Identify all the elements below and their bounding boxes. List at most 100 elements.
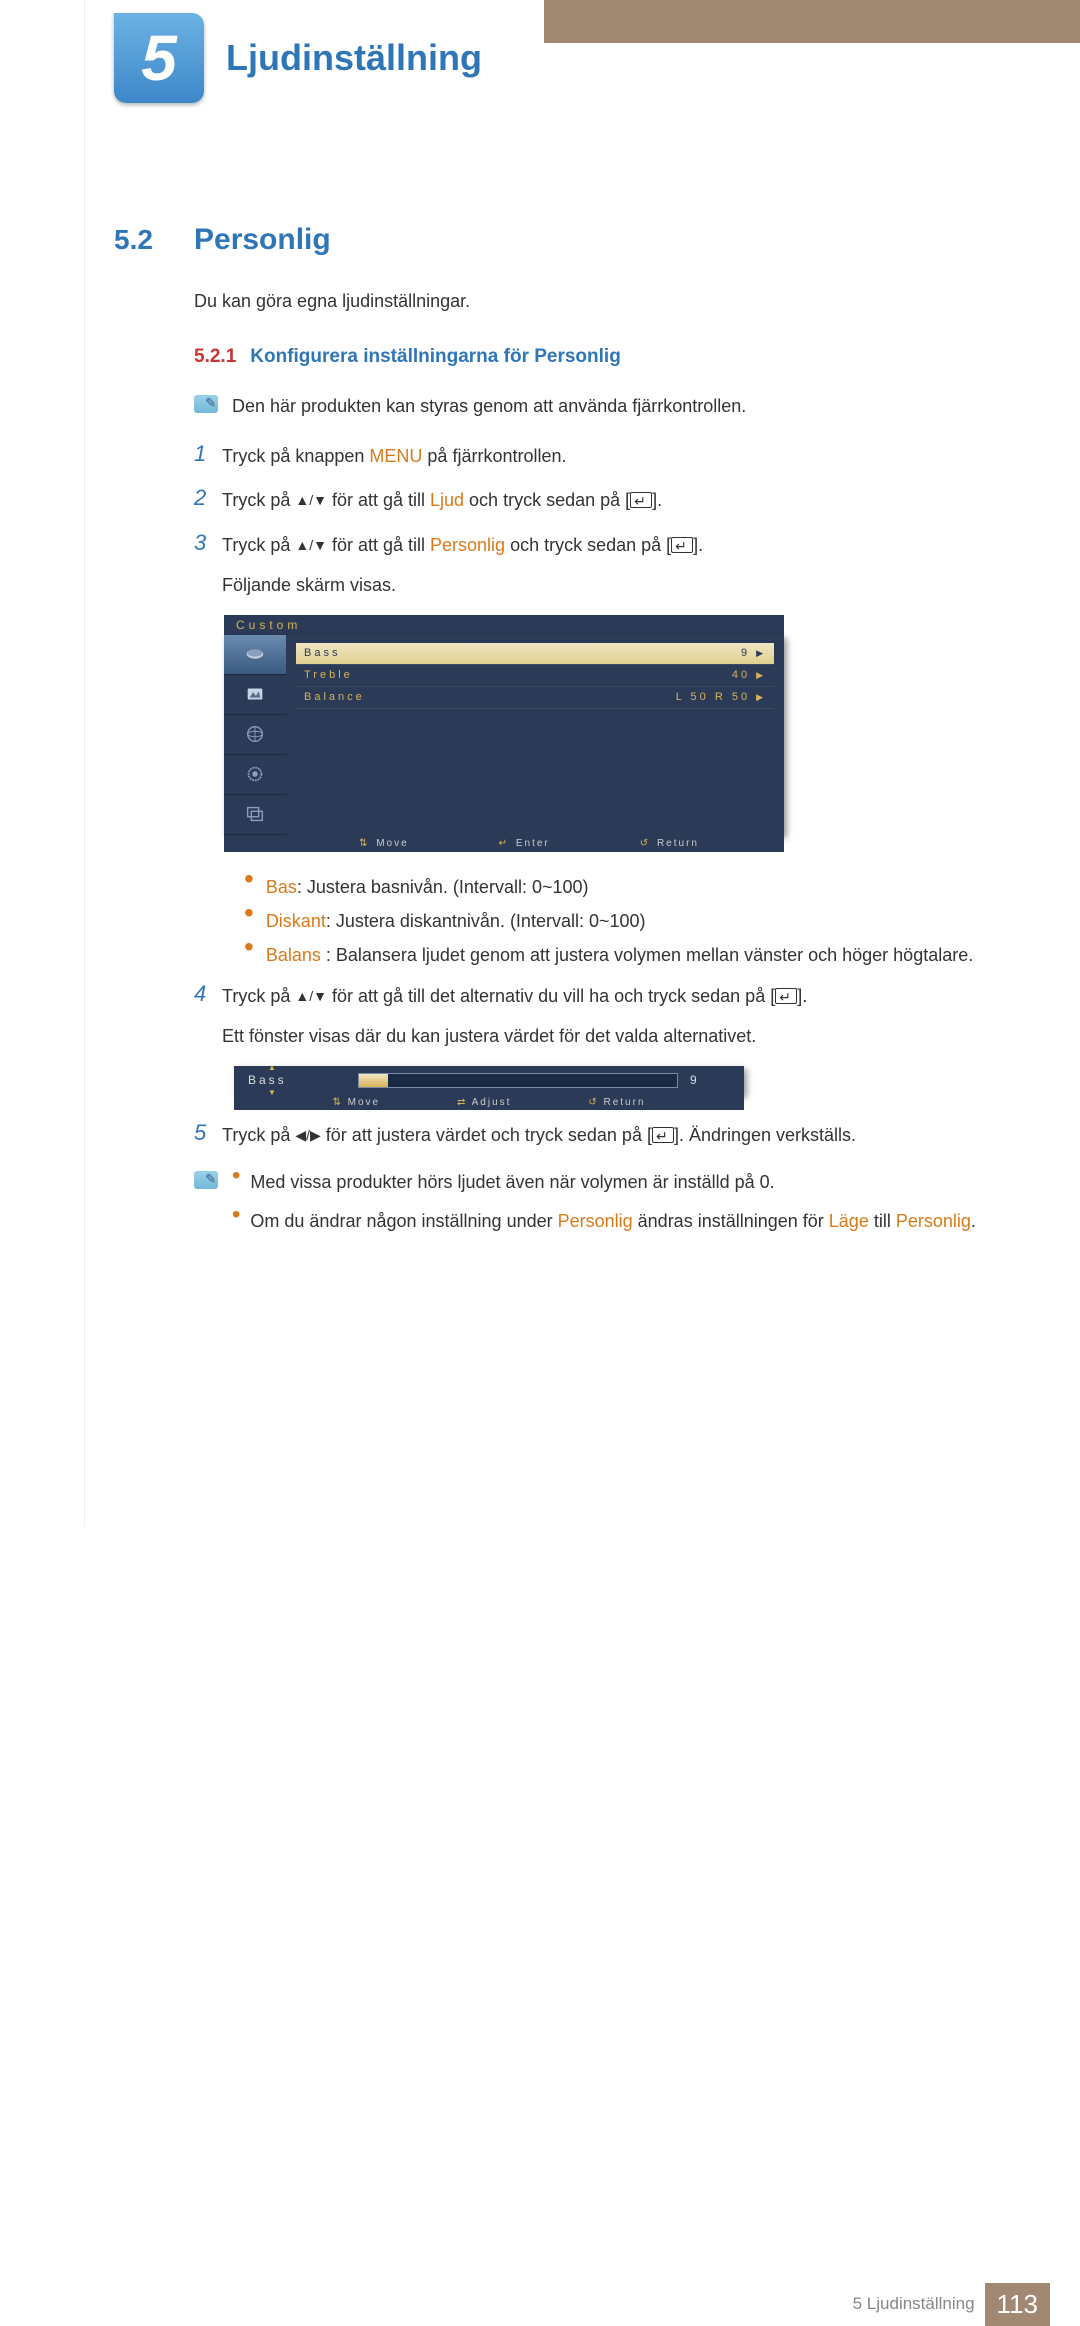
osd-sidebar-item bbox=[224, 755, 286, 795]
osd-slider-bar bbox=[358, 1073, 678, 1088]
bullet-balans: •Balans : Balansera ljudet genom att jus… bbox=[244, 938, 1050, 972]
text-frag: Tryck på knappen bbox=[222, 446, 369, 466]
osd-body: Bass 9 ▶ Treble 40 ▶ Balance L 50 R 50 ▶ bbox=[224, 635, 784, 835]
step-number: 3 bbox=[194, 530, 222, 601]
text-frag: och tryck sedan på [ bbox=[505, 535, 671, 555]
bullet-bas: •Bas: Justera basnivån. (Intervall: 0~10… bbox=[244, 870, 1050, 904]
osd-row-value: L 50 R 50 bbox=[676, 691, 750, 703]
bullet-dot-icon: • bbox=[232, 1207, 240, 1236]
text-frag: Ett fönster visas där du kan justera vär… bbox=[222, 1021, 807, 1052]
osd-slider-value: 9 bbox=[690, 1073, 730, 1087]
osd-slider-fill bbox=[359, 1074, 388, 1087]
step-number: 1 bbox=[194, 441, 222, 472]
globe-icon bbox=[242, 723, 268, 745]
target-keyword: Ljud bbox=[430, 490, 464, 510]
text-frag: för att gå till bbox=[327, 535, 430, 555]
osd-hint-return: Return bbox=[588, 1097, 645, 1108]
text-frag: : Balansera ljudet genom att justera vol… bbox=[321, 945, 973, 965]
text-frag: för att justera värdet och tryck sedan p… bbox=[321, 1125, 652, 1145]
osd-footer: Move Enter Return bbox=[224, 835, 784, 852]
note-row-1: Den här produkten kan styras genom att a… bbox=[194, 392, 1050, 421]
left-right-arrow-icon: ◀/▶ bbox=[295, 1127, 320, 1143]
term: Läge bbox=[829, 1211, 869, 1231]
enter-icon bbox=[671, 537, 693, 553]
text-frag: : Justera basnivån. (Intervall: 0~100) bbox=[297, 877, 589, 897]
note-bullet: • Om du ändrar någon inställning under P… bbox=[232, 1207, 976, 1236]
osd-sidebar-item bbox=[224, 715, 286, 755]
up-down-arrow-icon: ▲/▼ bbox=[295, 988, 327, 1004]
osd-hint-move: Move bbox=[359, 838, 409, 849]
text-frag: till bbox=[869, 1211, 896, 1231]
step-text: Tryck på ▲/▼ för att gå till det alterna… bbox=[222, 981, 807, 1052]
osd-hint-move: Move bbox=[332, 1097, 380, 1108]
note-icon bbox=[194, 395, 218, 413]
target-keyword: Personlig bbox=[430, 535, 505, 555]
text-frag: : Justera diskantnivån. (Intervall: 0~10… bbox=[326, 911, 646, 931]
step-text: Tryck på ▲/▼ för att gå till Ljud och tr… bbox=[222, 485, 662, 516]
osd-hint-enter: Enter bbox=[499, 838, 550, 849]
page-content: 5 Ljudinställning 5.2 Personlig Du kan g… bbox=[84, 0, 1080, 1856]
osd-slider-screenshot: Bass 9 Move Adjust Return bbox=[234, 1066, 744, 1110]
text-frag: ]. bbox=[797, 986, 807, 1006]
gear-icon bbox=[242, 763, 268, 785]
term: Personlig bbox=[558, 1211, 633, 1231]
page-footer: 5 Ljudinställning 113 bbox=[853, 2283, 1050, 2326]
note-bullet: • Med vissa produkter hörs ljudet även nä… bbox=[232, 1168, 976, 1197]
enter-icon bbox=[652, 1127, 674, 1143]
windows-icon bbox=[242, 803, 268, 825]
step-4: 4 Tryck på ▲/▼ för att gå till det alter… bbox=[194, 981, 1050, 1052]
chapter-number-badge: 5 bbox=[114, 13, 204, 103]
text-frag: ändras inställningen för bbox=[633, 1211, 829, 1231]
term: Personlig bbox=[896, 1211, 971, 1231]
osd-slider-label: Bass bbox=[248, 1073, 358, 1087]
step-5: 5 Tryck på ◀/▶ för att justera värdet oc… bbox=[194, 1120, 1050, 1151]
text-frag: för att gå till det alternativ du vill h… bbox=[327, 986, 775, 1006]
osd-row-label: Balance bbox=[304, 691, 676, 703]
osd-sidebar-item bbox=[224, 675, 286, 715]
text-frag: . bbox=[971, 1211, 976, 1231]
right-arrow-icon: ▶ bbox=[756, 648, 766, 659]
text-frag: Följande skärm visas. bbox=[222, 570, 703, 601]
left-margin-stripe bbox=[0, 0, 85, 1527]
step-text: Tryck på knappen MENU på fjärrkontrollen… bbox=[222, 441, 567, 472]
osd-menu-screenshot: Custom Bass 9 ▶ Treble 40 ▶ bbox=[224, 615, 784, 852]
osd-options: Bass 9 ▶ Treble 40 ▶ Balance L 50 R 50 ▶ bbox=[286, 635, 784, 835]
enter-icon bbox=[630, 492, 652, 508]
term: Bas bbox=[266, 877, 297, 897]
text-frag: Tryck på bbox=[222, 1125, 295, 1145]
bullet-dot-icon: • bbox=[232, 1168, 240, 1197]
right-arrow-icon: ▶ bbox=[756, 670, 766, 681]
term: Diskant bbox=[266, 911, 326, 931]
text-frag: Tryck på bbox=[222, 986, 295, 1006]
text-frag: ]. Ändringen verkställs. bbox=[674, 1125, 856, 1145]
osd-row-value: 9 bbox=[741, 647, 750, 659]
page-number: 113 bbox=[985, 2283, 1050, 2326]
step-number: 5 bbox=[194, 1120, 222, 1151]
text-frag: Tryck på bbox=[222, 490, 295, 510]
osd-sidebar-item bbox=[224, 635, 286, 675]
text-frag: på fjärrkontrollen. bbox=[422, 446, 566, 466]
osd-row-label: Bass bbox=[304, 647, 741, 659]
osd-slider-footer: Move Adjust Return bbox=[234, 1095, 744, 1110]
step-text: Tryck på ◀/▶ för att justera värdet och … bbox=[222, 1120, 856, 1151]
section-title: Personlig bbox=[194, 223, 331, 257]
bullet-dot-icon: • bbox=[244, 938, 254, 972]
note-text-1: Den här produkten kan styras genom att a… bbox=[232, 392, 746, 421]
subsection-title: Konfigurera inställningarna för Personli… bbox=[250, 346, 621, 368]
text-frag: ]. bbox=[652, 490, 662, 510]
osd-hint-return: Return bbox=[640, 838, 699, 849]
text-frag: Med vissa produkter hörs ljudet även när… bbox=[250, 1168, 774, 1197]
step-3: 3 Tryck på ▲/▼ för att gå till Personlig… bbox=[194, 530, 1050, 601]
picture-mode-icon bbox=[242, 643, 268, 665]
bullet-diskant: •Diskant: Justera diskantnivån. (Interva… bbox=[244, 904, 1050, 938]
step-text: Tryck på ▲/▼ för att gå till Personlig o… bbox=[222, 530, 703, 601]
chapter-title: Ljudinställning bbox=[226, 37, 482, 79]
osd-hint-adjust: Adjust bbox=[457, 1097, 511, 1108]
enter-icon bbox=[775, 988, 797, 1004]
osd-row-treble: Treble 40 ▶ bbox=[296, 665, 774, 687]
bullet-list-1: • Bas: Justera basnivån. (Intervall: 0~10… bbox=[244, 870, 1050, 973]
note-row-2: • Med vissa produkter hörs ljudet även nä… bbox=[194, 1168, 1050, 1236]
up-down-arrow-icon: ▲/▼ bbox=[295, 537, 327, 553]
text-frag: för att gå till bbox=[327, 490, 430, 510]
osd-row-balance: Balance L 50 R 50 ▶ bbox=[296, 687, 774, 709]
